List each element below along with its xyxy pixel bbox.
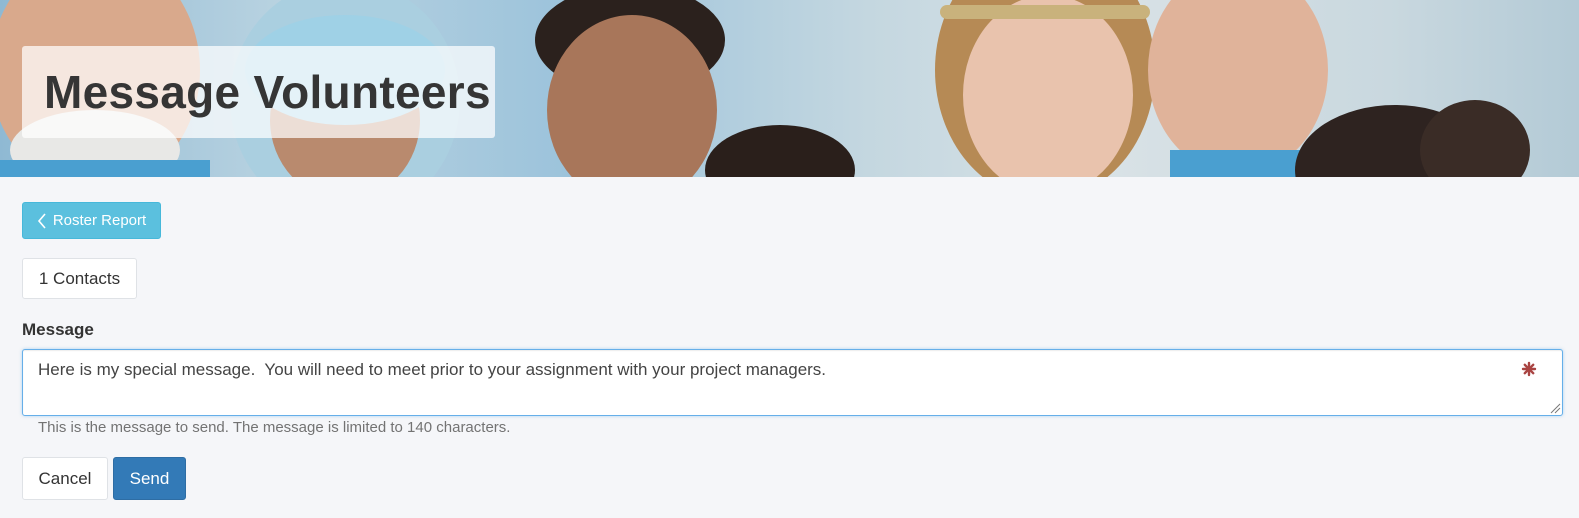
cancel-button[interactable]: Cancel [22, 457, 108, 500]
title-panel: Message Volunteers [22, 46, 495, 138]
roster-report-button[interactable]: Roster Report [22, 202, 161, 239]
message-label: Message [22, 320, 94, 339]
asterisk-icon [1520, 360, 1538, 378]
contacts-count-button[interactable]: 1 Contacts [22, 258, 137, 299]
message-help-text: This is the message to send. The message… [38, 419, 511, 436]
send-button[interactable]: Send [113, 457, 186, 500]
chevron-left-icon [37, 212, 47, 229]
resize-handle-icon[interactable] [1549, 401, 1561, 414]
banner-photo: Message Volunteers [0, 0, 1579, 177]
message-textarea[interactable]: Here is my special message. You will nee… [22, 349, 1563, 416]
page-title: Message Volunteers [44, 66, 491, 118]
roster-report-label: Roster Report [52, 212, 147, 229]
